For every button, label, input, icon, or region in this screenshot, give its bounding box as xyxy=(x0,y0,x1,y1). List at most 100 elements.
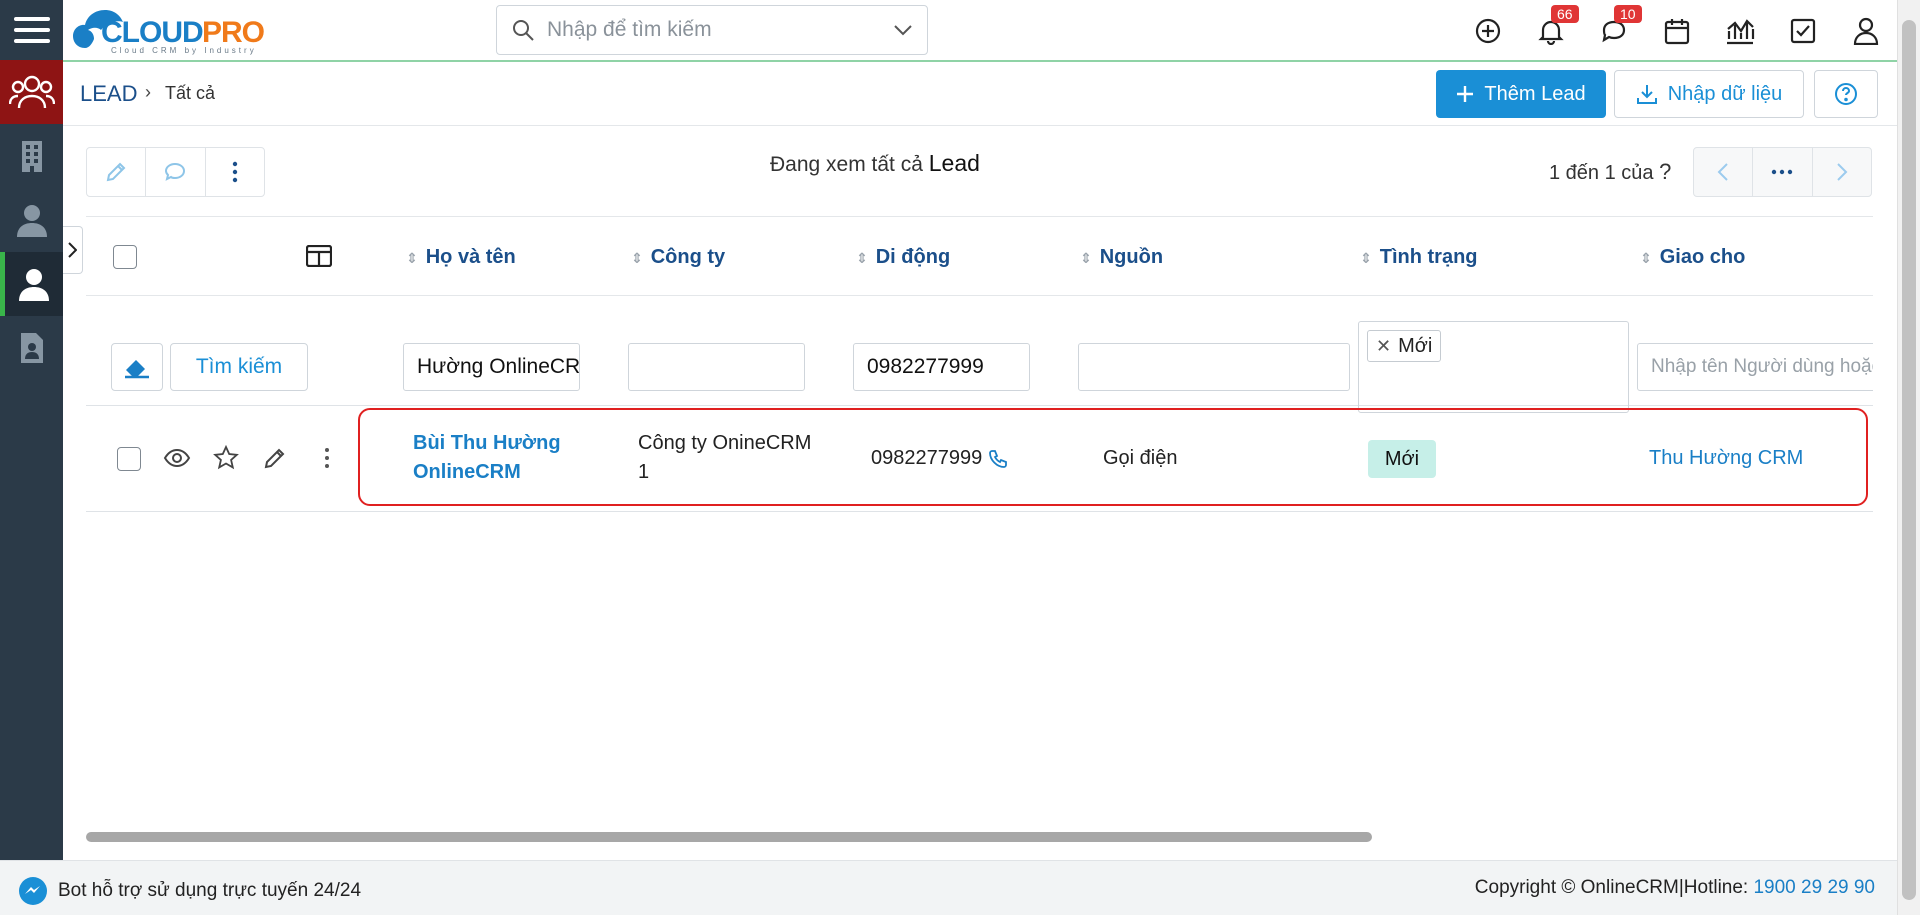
vertical-scrollbar[interactable] xyxy=(1897,0,1920,915)
pencil-icon xyxy=(106,162,126,182)
mass-comment-button[interactable] xyxy=(146,148,206,196)
calendar-button[interactable] xyxy=(1645,0,1708,62)
contact-person-icon xyxy=(16,205,47,237)
sidebar-item-contacts[interactable] xyxy=(0,188,63,252)
clear-filters-button[interactable] xyxy=(111,343,163,391)
filter-panel-toggle[interactable] xyxy=(63,226,83,274)
columns-icon xyxy=(305,244,333,268)
add-lead-button[interactable]: Thêm Lead xyxy=(1436,70,1606,118)
column-header-mobile[interactable]: ⇕ Di động xyxy=(856,246,950,269)
star-icon xyxy=(213,444,239,470)
horizontal-dots-icon xyxy=(1772,169,1793,175)
view-record-button[interactable] xyxy=(163,447,191,474)
lead-company: Công ty OnineCRM 1 xyxy=(638,432,812,483)
remove-chip-icon[interactable]: ✕ xyxy=(1376,336,1391,357)
sidebar-item-organizations[interactable] xyxy=(0,124,63,188)
reports-button[interactable] xyxy=(1708,0,1771,62)
assignee-link[interactable]: Thu Hường CRM xyxy=(1649,444,1803,473)
vertical-dots-icon xyxy=(232,161,238,183)
column-header-company[interactable]: ⇕ Công ty xyxy=(631,246,725,269)
edit-record-button[interactable] xyxy=(263,446,287,475)
quick-create-button[interactable] xyxy=(1456,0,1519,62)
breadcrumb-module-link[interactable]: LEAD xyxy=(80,81,137,107)
top-bar: CLOUD PRO Cloud CRM by Industry Nhập để … xyxy=(63,0,1897,62)
row-select-checkbox[interactable] xyxy=(117,447,141,471)
column-header-source[interactable]: ⇕ Nguồn xyxy=(1080,246,1163,269)
pagination-total-unknown[interactable]: ? xyxy=(1659,159,1671,184)
column-header-status[interactable]: ⇕ Tình trạng xyxy=(1360,246,1478,269)
status-filter-chip[interactable]: ✕ Mới xyxy=(1367,330,1442,362)
sort-icon: ⇕ xyxy=(1360,249,1372,266)
mass-edit-button[interactable] xyxy=(87,148,147,196)
sort-icon: ⇕ xyxy=(1640,249,1652,266)
filter-company-input[interactable] xyxy=(628,343,805,391)
vertical-dots-icon xyxy=(325,448,329,468)
column-header-assignee[interactable]: ⇕ Giao cho xyxy=(1640,246,1745,269)
notifications-button[interactable]: 66 xyxy=(1519,0,1582,62)
pagination-info: 1 đến 1 của ? xyxy=(1549,159,1671,185)
support-bot-link[interactable]: Bot hỗ trợ sử dụng trực tuyến 24/24 xyxy=(18,876,361,906)
help-button[interactable] xyxy=(1814,70,1878,118)
support-bot-text: Bot hỗ trợ sử dụng trực tuyến 24/24 xyxy=(58,880,362,901)
svg-text:Cloud CRM by Industry: Cloud CRM by Industry xyxy=(111,46,257,55)
column-header-name[interactable]: ⇕ Họ và tên xyxy=(406,246,516,269)
filter-status-select[interactable]: ✕ Mới xyxy=(1358,321,1629,413)
checkbox-task-icon xyxy=(1790,18,1815,44)
top-toolbar: 66 10 xyxy=(1456,0,1897,62)
select-all-checkbox[interactable] xyxy=(113,245,137,269)
favorite-button[interactable] xyxy=(213,444,239,476)
vertical-scrollbar-thumb[interactable] xyxy=(1902,20,1916,900)
sidebar-item-users[interactable] xyxy=(0,252,63,316)
more-actions-button[interactable] xyxy=(206,148,264,196)
viewing-entity: Lead xyxy=(928,150,980,176)
import-data-button[interactable]: Nhập dữ liệu xyxy=(1614,70,1804,118)
global-search-box[interactable]: Nhập để tìm kiếm xyxy=(496,5,928,55)
filter-name-input[interactable]: Hường OnlineCRM xyxy=(403,343,580,391)
mass-action-toolbar xyxy=(86,147,265,197)
sidebar-item-documents[interactable] xyxy=(0,316,63,380)
add-lead-label: Thêm Lead xyxy=(1484,82,1586,105)
calendar-icon xyxy=(1664,19,1689,45)
chevron-down-icon[interactable] xyxy=(893,24,913,36)
next-page-button[interactable] xyxy=(1813,148,1871,196)
sidebar-item-leads[interactable] xyxy=(0,60,63,124)
chevron-right-icon xyxy=(1837,163,1848,181)
filter-source-input[interactable] xyxy=(1078,343,1350,391)
sort-icon: ⇕ xyxy=(1080,249,1092,266)
pagination-controls xyxy=(1693,147,1872,197)
user-menu-button[interactable] xyxy=(1834,0,1897,62)
plus-circle-icon xyxy=(1475,18,1500,44)
search-placeholder[interactable]: Nhập để tìm kiếm xyxy=(547,18,893,42)
import-data-label: Nhập dữ liệu xyxy=(1667,82,1783,105)
menu-toggle-button[interactable] xyxy=(0,0,63,60)
table-header-row: ⇕ Họ và tên ⇕ Công ty ⇕ Di động ⇕ Nguồn ⇕ Tìn… xyxy=(86,216,1873,296)
filter-mobile-input[interactable]: 0982277999 xyxy=(853,343,1030,391)
message-count-badge: 10 xyxy=(1614,5,1642,23)
prev-page-button[interactable] xyxy=(1694,148,1754,196)
tasks-button[interactable] xyxy=(1771,0,1834,62)
messages-button[interactable]: 10 xyxy=(1582,0,1645,62)
column-layout-button[interactable] xyxy=(305,244,333,272)
copyright-text: Copyright © OnlineCRM|Hotline: xyxy=(1474,877,1754,898)
horizontal-scrollbar[interactable] xyxy=(86,832,1372,842)
comment-icon xyxy=(165,162,186,181)
cloudpro-logo[interactable]: CLOUD PRO Cloud CRM by Industry xyxy=(71,4,301,56)
sidebar xyxy=(0,0,63,915)
page-jump-button[interactable] xyxy=(1753,148,1813,196)
filter-assignee-input[interactable]: Nhập tên Người dùng hoặc Nhóm xyxy=(1637,343,1873,391)
phone-icon[interactable] xyxy=(988,449,1008,469)
viewing-caption: Đang xem tất cả Lead xyxy=(770,150,980,177)
building-icon xyxy=(21,141,42,172)
eraser-icon xyxy=(125,360,149,379)
row-more-button[interactable] xyxy=(324,447,330,474)
lead-mobile: 0982277999 xyxy=(871,444,1008,473)
table-row[interactable]: Bùi Thu Hường OnlineCRM Công ty OnineCRM… xyxy=(86,406,1873,512)
breadcrumb-view[interactable]: Tất cả xyxy=(165,83,215,104)
lead-name-link[interactable]: Bùi Thu Hường OnlineCRM xyxy=(413,429,561,487)
eye-icon xyxy=(163,448,191,468)
notification-count-badge: 66 xyxy=(1551,5,1579,23)
hotline-link[interactable]: 1900 29 29 90 xyxy=(1753,877,1875,898)
lead-source: Gọi điện xyxy=(1103,447,1178,469)
search-filter-button[interactable]: Tìm kiếm xyxy=(170,343,308,391)
chevron-left-icon xyxy=(1717,163,1728,181)
